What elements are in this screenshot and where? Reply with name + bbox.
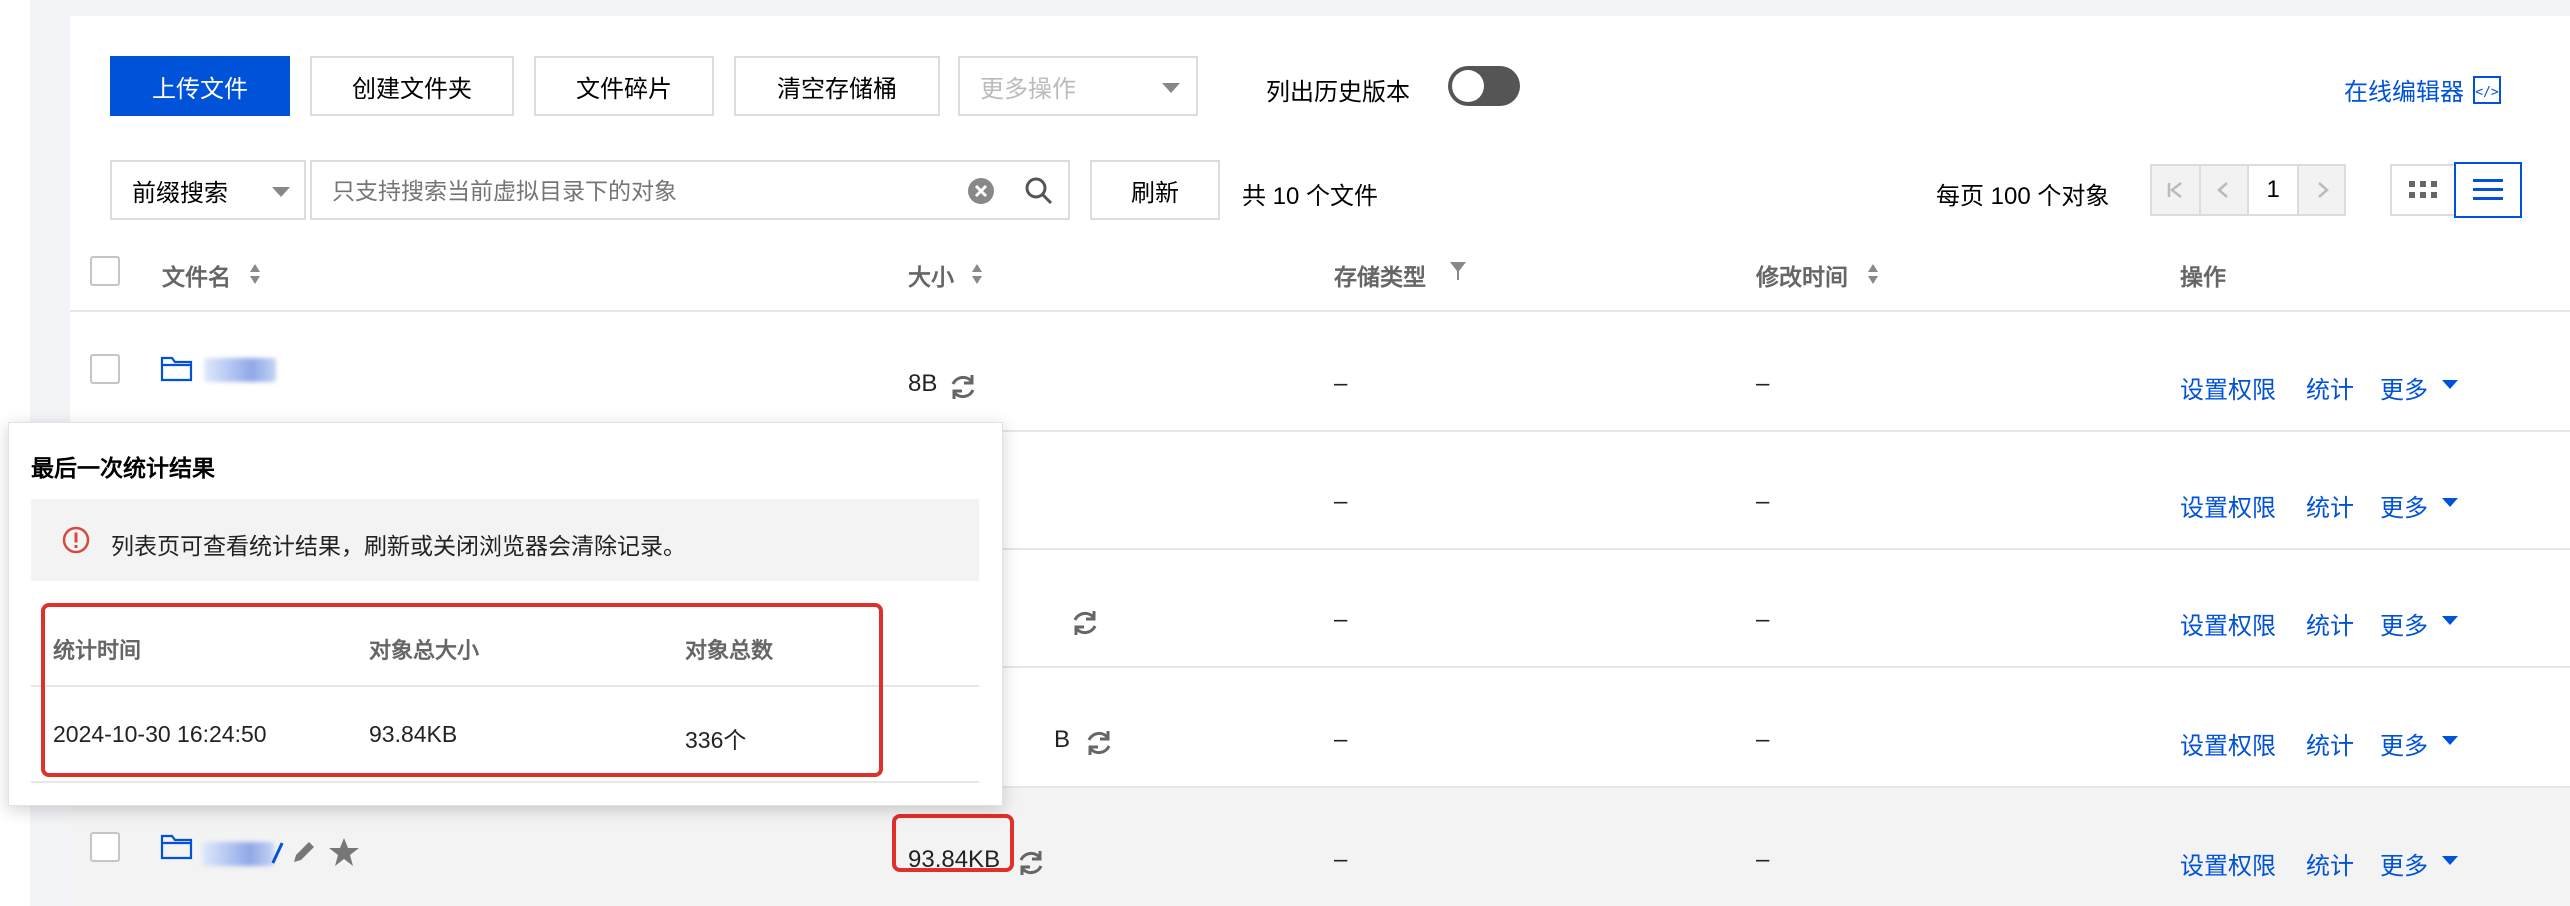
prev-page-button[interactable]: [2198, 166, 2247, 214]
refresh-button[interactable]: 刷新: [1090, 160, 1220, 220]
clear-bucket-button[interactable]: 清空存储桶: [734, 56, 940, 116]
online-editor-link[interactable]: 在线编辑器 </>: [2344, 72, 2502, 107]
folder-icon: [160, 834, 193, 860]
sort-icon[interactable]: [972, 264, 982, 284]
column-header-storage: 存储类型: [1334, 264, 1426, 290]
edit-icon[interactable]: [290, 838, 318, 866]
stats-link[interactable]: 统计: [2306, 370, 2354, 405]
set-permission-link[interactable]: 设置权限: [2180, 488, 2276, 523]
next-page-icon: [2317, 182, 2329, 198]
set-permission-link[interactable]: 设置权限: [2180, 606, 2276, 641]
create-folder-button[interactable]: 创建文件夹: [310, 56, 514, 116]
per-page-text: 每页 100 个对象: [1936, 183, 2110, 210]
file-count-text: 共 10 个文件: [1242, 183, 1379, 210]
storage-cell: –: [1334, 846, 1348, 873]
stats-link[interactable]: 统计: [2306, 606, 2354, 641]
divider: [70, 310, 2570, 312]
chevron-down-icon[interactable]: [2442, 736, 2458, 745]
more-link[interactable]: 更多: [2380, 606, 2428, 641]
modified-cell: –: [1756, 726, 1770, 753]
sort-icon[interactable]: [250, 264, 260, 284]
modified-cell: –: [1756, 606, 1770, 633]
more-actions-select[interactable]: 更多操作: [958, 56, 1198, 116]
search-mode-label: 前缀搜索: [132, 179, 228, 207]
folder-icon: [160, 356, 193, 382]
modified-cell: –: [1756, 370, 1770, 397]
current-page[interactable]: 1: [2247, 166, 2297, 214]
divider: [31, 781, 979, 783]
modified-cell: –: [1756, 488, 1770, 515]
size-cell: B: [1054, 726, 1071, 753]
set-permission-link[interactable]: 设置权限: [2180, 370, 2276, 405]
list-view-icon: [2473, 179, 2503, 200]
redacted-filename[interactable]: [202, 842, 274, 866]
search-icon[interactable]: [1024, 176, 1054, 206]
grid-view-button[interactable]: [2390, 164, 2456, 216]
first-page-icon: [2168, 182, 2183, 198]
chevron-down-icon: [272, 187, 290, 197]
warning-icon: [62, 526, 90, 554]
external-editor-icon: </>: [2473, 75, 2501, 104]
stats-link[interactable]: 统计: [2306, 726, 2354, 761]
redacted-filename[interactable]: [204, 358, 276, 382]
notice-bar: 列表页可查看统计结果，刷新或关闭浏览器会清除记录。: [31, 499, 979, 581]
storage-cell: –: [1334, 726, 1348, 753]
stats-popover: 最后一次统计结果 列表页可查看统计结果，刷新或关闭浏览器会清除记录。 统计时间 …: [8, 422, 1003, 806]
filter-icon[interactable]: [1448, 260, 1468, 282]
row-checkbox[interactable]: [90, 354, 120, 384]
file-fragments-button[interactable]: 文件碎片: [534, 56, 714, 116]
stats-link[interactable]: 统计: [2306, 488, 2354, 523]
list-view-button[interactable]: [2454, 162, 2522, 218]
more-link[interactable]: 更多: [2380, 726, 2428, 761]
column-header-actions: 操作: [2180, 264, 2226, 290]
row-checkbox[interactable]: [90, 832, 120, 862]
more-actions-label: 更多操作: [980, 75, 1076, 103]
clear-icon[interactable]: [966, 176, 996, 206]
column-header-size[interactable]: 大小: [908, 258, 954, 292]
history-version-label: 列出历史版本: [1266, 79, 1410, 106]
next-page-button[interactable]: [2297, 166, 2344, 214]
search-input[interactable]: [330, 172, 954, 210]
set-permission-link[interactable]: 设置权限: [2180, 726, 2276, 761]
history-version-toggle[interactable]: [1448, 66, 1520, 106]
refresh-icon[interactable]: [1070, 608, 1100, 638]
more-link[interactable]: 更多: [2380, 846, 2428, 881]
chevron-down-icon[interactable]: [2442, 856, 2458, 865]
search-box: [310, 160, 1070, 220]
chevron-down-icon[interactable]: [2442, 616, 2458, 625]
svg-text:</>: </>: [2475, 85, 2499, 100]
modified-cell: –: [1756, 846, 1770, 873]
select-all-checkbox[interactable]: [90, 256, 120, 286]
refresh-icon[interactable]: [1084, 728, 1114, 758]
chevron-down-icon[interactable]: [2442, 380, 2458, 389]
stats-link[interactable]: 统计: [2306, 846, 2354, 881]
size-cell: 8B: [908, 370, 938, 397]
refresh-icon[interactable]: [948, 372, 978, 402]
prev-page-icon: [2216, 182, 2228, 198]
more-link[interactable]: 更多: [2380, 488, 2428, 523]
column-header-modified[interactable]: 修改时间: [1756, 258, 1848, 292]
column-header-name[interactable]: 文件名: [162, 258, 231, 292]
popover-title: 最后一次统计结果: [31, 455, 215, 481]
more-link[interactable]: 更多: [2380, 370, 2428, 405]
first-page-button[interactable]: [2152, 166, 2199, 214]
storage-cell: –: [1334, 488, 1348, 515]
chevron-down-icon: [1162, 83, 1180, 93]
grid-view-icon: [2409, 181, 2437, 198]
stats-highlight-box: [41, 603, 883, 777]
size-highlight-box: [892, 814, 1014, 872]
sort-icon[interactable]: [1868, 264, 1878, 284]
star-icon[interactable]: [328, 836, 360, 868]
upload-button[interactable]: 上传文件: [110, 56, 290, 116]
notice-text: 列表页可查看统计结果，刷新或关闭浏览器会清除记录。: [111, 533, 686, 559]
search-mode-select[interactable]: 前缀搜索: [110, 160, 306, 220]
storage-cell: –: [1334, 370, 1348, 397]
online-editor-label: 在线编辑器: [2344, 79, 2464, 106]
storage-cell: –: [1334, 606, 1348, 633]
refresh-icon[interactable]: [1016, 848, 1046, 878]
toggle-knob: [1452, 70, 1484, 102]
set-permission-link[interactable]: 设置权限: [2180, 846, 2276, 881]
chevron-down-icon[interactable]: [2442, 498, 2458, 507]
pagination: 1: [2150, 164, 2346, 216]
